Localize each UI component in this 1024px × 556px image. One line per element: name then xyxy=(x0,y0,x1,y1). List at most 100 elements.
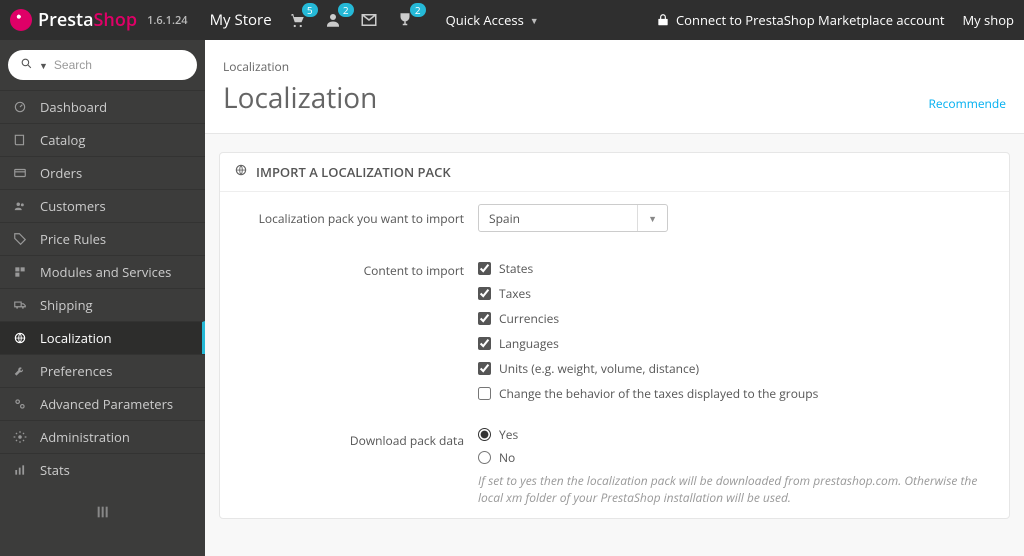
radio-no-input[interactable] xyxy=(478,451,491,464)
wrench-icon xyxy=(12,363,28,379)
trophy-icon[interactable]: 2 xyxy=(394,9,416,31)
nav-menu: Dashboard Catalog Orders Customers Price… xyxy=(0,90,205,486)
quick-access-menu[interactable]: Quick Access ▼ xyxy=(446,11,539,29)
nav-label: Advanced Parameters xyxy=(40,395,173,413)
nav-localization[interactable]: Localization xyxy=(0,321,205,354)
nav-label: Stats xyxy=(40,461,70,479)
breadcrumb: Localization xyxy=(205,40,1024,79)
radio-yes-input[interactable] xyxy=(478,428,491,441)
cart-notifications-icon[interactable]: 5 xyxy=(286,9,308,31)
checkbox-units[interactable]: Units (e.g. weight, volume, distance) xyxy=(478,360,991,377)
prestashop-logo-icon xyxy=(10,9,32,31)
page-title: Localization xyxy=(223,79,377,117)
gear-icon xyxy=(12,429,28,445)
nav-label: Catalog xyxy=(40,131,85,149)
mail-icon[interactable] xyxy=(358,9,380,31)
globe-icon xyxy=(12,330,28,346)
chevron-down-icon: ▼ xyxy=(637,205,657,231)
nav-label: Administration xyxy=(40,428,130,446)
nav-label: Preferences xyxy=(40,362,112,380)
nav-label: Price Rules xyxy=(40,230,106,248)
checkbox-label: Languages xyxy=(499,335,559,352)
pack-label: Localization pack you want to import xyxy=(238,204,478,227)
sidebar: ▼ Dashboard Catalog Orders Customers Pri… xyxy=(0,40,205,556)
bar-chart-icon xyxy=(12,462,28,478)
book-icon xyxy=(12,132,28,148)
radio-label: No xyxy=(499,449,515,466)
quick-access-label: Quick Access xyxy=(446,11,524,29)
search-input[interactable] xyxy=(54,58,209,72)
nav-preferences[interactable]: Preferences xyxy=(0,354,205,387)
checkbox-taxes[interactable]: Taxes xyxy=(478,285,991,302)
store-name[interactable]: My Store xyxy=(210,10,272,30)
checkbox-currencies[interactable]: Currencies xyxy=(478,310,991,327)
connect-label: Connect to PrestaShop Marketplace accoun… xyxy=(676,11,945,29)
checkbox-units-input[interactable] xyxy=(478,362,491,375)
checkbox-tax-behavior-input[interactable] xyxy=(478,387,491,400)
brand-shop: Shop xyxy=(94,8,138,32)
my-shop-link[interactable]: My shop xyxy=(962,11,1014,29)
radio-label: Yes xyxy=(499,426,518,443)
sidebar-collapse-icon[interactable] xyxy=(0,486,205,542)
nav-stats[interactable]: Stats xyxy=(0,453,205,486)
main-content: Localization Localization Recommende IMP… xyxy=(205,40,1024,556)
checkbox-label: Taxes xyxy=(499,285,531,302)
nav-modules[interactable]: Modules and Services xyxy=(0,255,205,288)
nav-administration[interactable]: Administration xyxy=(0,420,205,453)
truck-icon xyxy=(12,297,28,313)
download-help-text: If set to yes then the localization pack… xyxy=(478,472,991,506)
credit-card-icon xyxy=(12,165,28,181)
nav-label: Localization xyxy=(40,329,112,347)
panel-title: IMPORT A LOCALIZATION PACK xyxy=(256,163,451,181)
nav-dashboard[interactable]: Dashboard xyxy=(0,90,205,123)
chevron-down-icon: ▼ xyxy=(530,14,539,27)
brand-logo[interactable]: PrestaShop 1.6.1.24 xyxy=(10,8,188,32)
nav-customers[interactable]: Customers xyxy=(0,189,205,222)
nav-catalog[interactable]: Catalog xyxy=(0,123,205,156)
users-icon xyxy=(12,198,28,214)
nav-label: Dashboard xyxy=(40,98,107,116)
checkbox-label: States xyxy=(499,260,533,277)
user-notifications-icon[interactable]: 2 xyxy=(322,9,344,31)
nav-price-rules[interactable]: Price Rules xyxy=(0,222,205,255)
checkbox-label: Currencies xyxy=(499,310,559,327)
nav-label: Shipping xyxy=(40,296,93,314)
puzzle-icon xyxy=(12,264,28,280)
trophy-badge: 2 xyxy=(410,3,426,17)
nav-shipping[interactable]: Shipping xyxy=(0,288,205,321)
chevron-down-icon: ▼ xyxy=(39,59,48,72)
checkbox-taxes-input[interactable] xyxy=(478,287,491,300)
brand-presta: Presta xyxy=(38,8,94,32)
sliders-icon xyxy=(12,396,28,412)
search-icon xyxy=(20,56,33,74)
nav-label: Modules and Services xyxy=(40,263,171,281)
panel-heading: IMPORT A LOCALIZATION PACK xyxy=(220,153,1009,192)
dashboard-icon xyxy=(12,99,28,115)
cart-badge: 5 xyxy=(302,3,318,17)
select-value: Spain xyxy=(489,210,520,227)
content-label: Content to import xyxy=(238,256,478,279)
radio-download-yes[interactable]: Yes xyxy=(478,426,991,443)
search-box[interactable]: ▼ xyxy=(8,50,197,80)
checkbox-languages-input[interactable] xyxy=(478,337,491,350)
checkbox-languages[interactable]: Languages xyxy=(478,335,991,352)
checkbox-label: Change the behavior of the taxes display… xyxy=(499,385,818,402)
top-header: PrestaShop 1.6.1.24 My Store 5 2 2 Quick… xyxy=(0,0,1024,40)
recommended-link[interactable]: Recommende xyxy=(928,95,1006,112)
version-label: 1.6.1.24 xyxy=(147,13,188,28)
checkbox-label: Units (e.g. weight, volume, distance) xyxy=(499,360,699,377)
nav-orders[interactable]: Orders xyxy=(0,156,205,189)
radio-download-no[interactable]: No xyxy=(478,449,991,466)
checkbox-tax-behavior[interactable]: Change the behavior of the taxes display… xyxy=(478,385,991,402)
download-label: Download pack data xyxy=(238,426,478,449)
localization-pack-select[interactable]: Spain ▼ xyxy=(478,204,668,232)
nav-label: Orders xyxy=(40,164,82,182)
user-badge: 2 xyxy=(338,3,354,17)
nav-advanced[interactable]: Advanced Parameters xyxy=(0,387,205,420)
checkbox-states-input[interactable] xyxy=(478,262,491,275)
nav-label: Customers xyxy=(40,197,106,215)
globe-icon xyxy=(234,163,248,181)
connect-marketplace-link[interactable]: Connect to PrestaShop Marketplace accoun… xyxy=(656,11,945,29)
checkbox-currencies-input[interactable] xyxy=(478,312,491,325)
checkbox-states[interactable]: States xyxy=(478,260,991,277)
